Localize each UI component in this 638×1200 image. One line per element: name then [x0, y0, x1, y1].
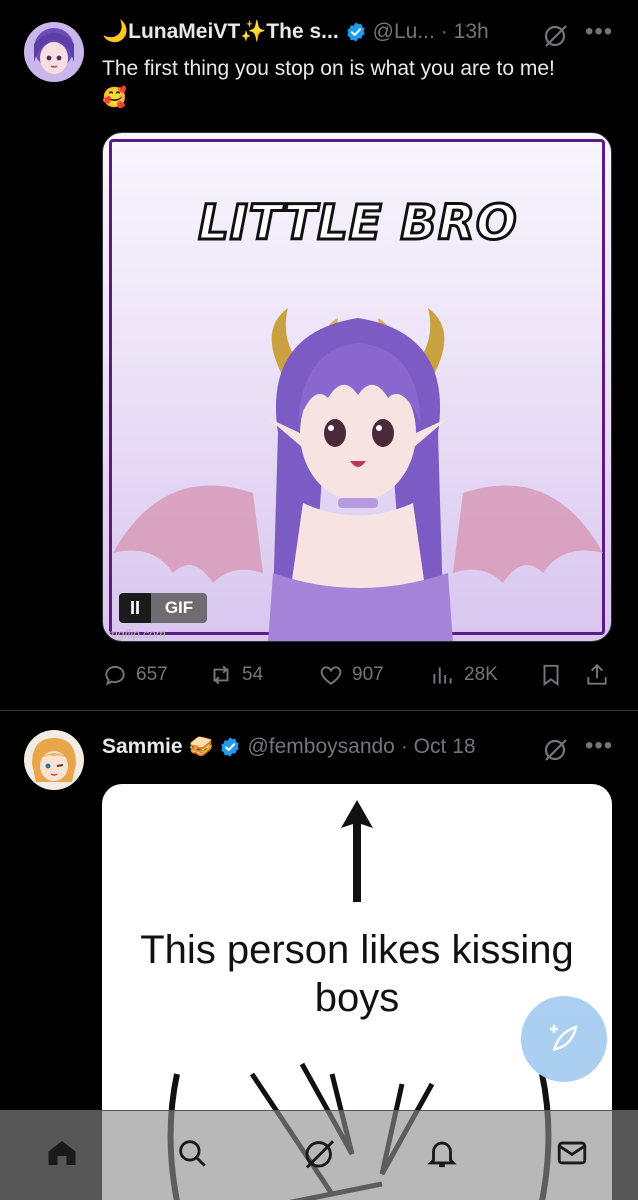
timestamp[interactable]: · 13h — [441, 20, 489, 44]
nav-notifications[interactable] — [420, 1131, 464, 1175]
repost-count: 54 — [242, 664, 264, 685]
avatar[interactable] — [24, 22, 84, 82]
handle[interactable]: @Lu... — [373, 20, 435, 44]
up-arrow-graphic — [341, 800, 373, 902]
verified-badge-icon — [346, 22, 365, 42]
display-name[interactable]: 🌙LunaMeiVT✨The s... — [102, 20, 339, 44]
nav-home[interactable] — [40, 1131, 84, 1175]
compose-button[interactable] — [521, 996, 607, 1082]
gif-badge[interactable]: II GIF — [119, 593, 207, 623]
action-bar: 657 54 907 28K — [102, 662, 618, 694]
grok-icon — [305, 1140, 335, 1169]
verified-badge-icon — [221, 736, 240, 757]
like-button[interactable]: 907 — [318, 662, 384, 688]
home-icon — [48, 1141, 76, 1165]
views-count: 28K — [464, 664, 498, 685]
tweet-emoji: 🥰 — [102, 87, 127, 109]
vtuber-character-illustration — [113, 308, 603, 641]
name-emoji: 🥪 — [188, 736, 214, 758]
avatar[interactable] — [24, 730, 84, 790]
more-options-icon[interactable]: ••• — [585, 732, 613, 760]
bookmark-button[interactable] — [538, 662, 564, 688]
grok-icon[interactable] — [543, 736, 569, 767]
watermark: imgflip.com — [105, 627, 166, 641]
nav-messages[interactable] — [550, 1131, 594, 1175]
repost-icon — [213, 665, 229, 685]
nav-search[interactable] — [170, 1131, 214, 1175]
tweet-text: The first thing you stop on is what you … — [102, 54, 622, 113]
repost-button[interactable]: 54 — [208, 662, 263, 688]
views-icon — [433, 667, 452, 684]
compose-feather-icon — [550, 1025, 578, 1052]
like-icon — [320, 666, 342, 685]
more-options-icon[interactable]: ••• — [585, 18, 613, 46]
gif-label: GIF — [151, 593, 207, 623]
post-luna[interactable]: 🌙LunaMeiVT✨The s... @Lu... · 13h ••• The… — [0, 0, 638, 710]
nav-grok[interactable] — [298, 1131, 342, 1175]
timestamp[interactable]: · Oct 18 — [401, 735, 476, 759]
bell-icon — [427, 1141, 457, 1168]
reply-icon — [105, 665, 125, 686]
share-button[interactable] — [584, 662, 610, 688]
post-header: 🌙LunaMeiVT✨The s... @Lu... · 13h — [102, 20, 489, 44]
pause-button[interactable]: II — [119, 593, 151, 623]
reply-button[interactable]: 657 — [102, 662, 168, 688]
share-icon — [587, 663, 607, 685]
mail-icon — [557, 1141, 587, 1165]
grok-icon[interactable] — [543, 22, 569, 53]
post-divider — [0, 710, 638, 711]
search-icon — [179, 1140, 206, 1167]
like-count: 907 — [352, 664, 384, 685]
handle[interactable]: @femboysando — [247, 735, 394, 759]
gif-media[interactable]: LITTLE BRO II GIF imgflip.com — [102, 132, 612, 642]
views-button[interactable]: 28K — [430, 662, 498, 688]
display-name[interactable]: Sammie — [102, 735, 183, 759]
bottom-nav — [0, 1110, 638, 1200]
bookmark-icon — [543, 664, 559, 687]
post-header: Sammie 🥪 @femboysando · Oct 18 — [102, 734, 476, 759]
tweet-text-body: The first thing you stop on is what you … — [102, 57, 555, 80]
reply-count: 657 — [136, 664, 168, 685]
